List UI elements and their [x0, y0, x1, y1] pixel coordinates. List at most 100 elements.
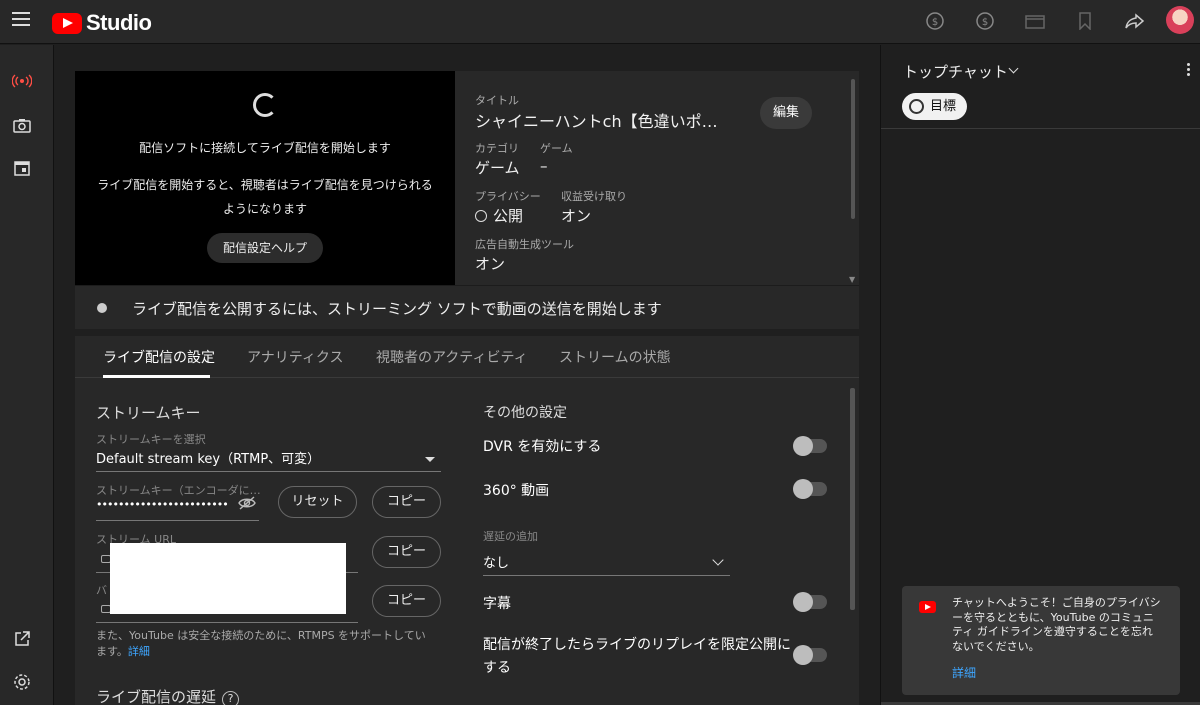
latency-heading: ライブ配信の遅延?: [96, 686, 240, 705]
other-settings-heading: その他の設定: [483, 405, 567, 421]
stream-key-field[interactable]: ••••••••••••••••••••••••: [96, 498, 229, 511]
auto-ads-value: オン: [475, 255, 506, 273]
hide-visibility-icon[interactable]: [238, 496, 256, 514]
status-dot-icon: [97, 303, 107, 313]
stream-title: シャイニーハントch【色違いポ…: [475, 112, 718, 131]
video-360-toggle[interactable]: [793, 479, 827, 499]
category-value: ゲーム: [475, 159, 520, 177]
bookmark-icon[interactable]: [1072, 8, 1098, 34]
toggle-knob: [793, 592, 813, 612]
stream-key-heading: ストリームキー: [96, 404, 201, 422]
chat-mode-dropdown[interactable]: トップチャット: [903, 61, 1008, 82]
status-text: ライブ配信を公開するには、ストリーミング ソフトで動画の送信を開始します: [132, 300, 662, 318]
redacted-area: [110, 543, 346, 614]
stream-key-label: ストリームキー（エンコーダに…: [96, 484, 261, 497]
unlisted-replay-label: 配信が終了したらライブのリプレイを限定公開にする: [483, 637, 791, 676]
copy-url-button[interactable]: コピー: [372, 536, 441, 568]
dvr-toggle[interactable]: [793, 436, 827, 456]
top-bar: Studio $ $: [0, 0, 1200, 44]
stream-status-bar: ライブ配信を公開するには、ストリーミング ソフトで動画の送信を開始します: [75, 285, 859, 329]
details-scrollbar[interactable]: [851, 79, 855, 219]
copy-backup-url-button[interactable]: コピー: [372, 585, 441, 617]
toggle-knob: [793, 436, 813, 456]
video-360-label: 360° 動画: [483, 483, 550, 499]
settings-icon[interactable]: [10, 670, 34, 694]
clapperboard-icon[interactable]: [1022, 8, 1048, 34]
rtmps-learn-more-link[interactable]: 詳細: [128, 645, 150, 658]
delay-underline: [483, 575, 730, 576]
chevron-down-icon[interactable]: [1008, 63, 1019, 74]
calendar-icon[interactable]: [10, 156, 34, 180]
svg-text:$: $: [932, 17, 938, 28]
title-label: タイトル: [475, 94, 519, 107]
backup-url-label: バ: [96, 584, 107, 597]
privacy-value: 公開: [475, 205, 523, 226]
toggle-knob: [793, 479, 813, 499]
copy-key-button[interactable]: コピー: [372, 486, 441, 518]
external-link-icon[interactable]: [10, 627, 34, 651]
svg-text:$: $: [982, 17, 988, 28]
stream-setup-help-button[interactable]: 配信設定ヘルプ: [207, 233, 323, 263]
connect-message: 配信ソフトに接続してライブ配信を開始します: [139, 141, 391, 155]
select-underline: [96, 471, 441, 472]
share-icon[interactable]: [1122, 8, 1148, 34]
left-rail: [0, 45, 54, 705]
loading-spinner-icon: [253, 93, 277, 117]
camera-icon[interactable]: [10, 113, 34, 137]
latency-heading-text: ライブ配信の遅延: [96, 688, 217, 705]
tab-stream-settings[interactable]: ライブ配信の設定: [103, 347, 215, 367]
more-options-icon[interactable]: [1187, 63, 1190, 78]
tab-viewer-activity[interactable]: 視聴者のアクティビティ: [376, 347, 528, 367]
toggle-knob: [793, 645, 813, 665]
live-icon[interactable]: [10, 69, 34, 93]
welcome-learn-more-link[interactable]: 詳細: [952, 664, 976, 681]
stream-key-select[interactable]: Default stream key（RTMP、可変）: [96, 448, 320, 467]
unlisted-replay-toggle[interactable]: [793, 645, 827, 665]
chat-panel: トップチャット 目標 チャットへようこそ！ご自身のプライバシーを守るとともに、Y…: [880, 45, 1200, 705]
stream-settings-panel: ストリームキー ストリームキーを選択 Default stream key（RT…: [75, 378, 859, 705]
rtmps-note: また、YouTube は安全な接続のために、RTMPS をサポートしています。詳…: [96, 628, 436, 660]
delay-label: 遅延の追加: [483, 530, 538, 543]
category-label: カテゴリ: [475, 142, 519, 155]
privacy-label: プライバシー: [475, 190, 541, 203]
chevron-down-icon[interactable]: [712, 554, 724, 566]
backup-underline: [96, 622, 358, 623]
goal-button-label: 目標: [930, 99, 957, 114]
hamburger-menu-icon[interactable]: [12, 12, 30, 26]
super-thanks-icon[interactable]: $: [972, 8, 998, 34]
goal-icon: [909, 99, 924, 114]
edit-button[interactable]: 編集: [760, 97, 812, 129]
goal-button[interactable]: 目標: [902, 93, 967, 120]
youtube-icon: [919, 601, 936, 613]
monetization-value: オン: [561, 207, 592, 225]
scroll-down-arrow-icon[interactable]: ▼: [849, 275, 855, 284]
privacy-text: 公開: [493, 207, 524, 225]
dropdown-caret-icon[interactable]: [425, 457, 435, 462]
welcome-text: チャットへようこそ！ご自身のプライバシーを守るとともに、YouTube のコミュ…: [952, 596, 1161, 653]
youtube-studio-logo[interactable]: Studio: [52, 10, 152, 36]
tabs: ライブ配信の設定 アナリティクス 視聴者のアクティビティ ストリームの状態: [75, 336, 859, 378]
globe-icon: [475, 210, 487, 222]
delay-select[interactable]: なし: [483, 552, 509, 571]
avatar[interactable]: [1166, 6, 1194, 34]
settings-scrollbar[interactable]: [850, 388, 855, 610]
tab-analytics[interactable]: アナリティクス: [247, 347, 343, 367]
start-message: ライブ配信を開始すると、視聴者はライブ配信を見つけられるようになります: [97, 178, 433, 216]
youtube-play-icon: [52, 12, 82, 34]
key-underline: [96, 520, 259, 521]
captions-label: 字幕: [483, 596, 511, 612]
stream-details-panel: タイトル シャイニーハントch【色違いポ… 編集 カテゴリ ゲーム ゲーム – …: [455, 71, 859, 285]
help-icon[interactable]: ?: [222, 691, 240, 705]
captions-toggle[interactable]: [793, 592, 827, 612]
stream-key-select-label: ストリームキーを選択: [96, 433, 206, 446]
reset-button[interactable]: リセット: [278, 486, 357, 518]
auto-ads-label: 広告自動生成ツール: [475, 238, 574, 251]
chat-header: トップチャット 目標: [881, 45, 1200, 129]
game-label: ゲーム: [540, 142, 573, 155]
chat-welcome-message: チャットへようこそ！ご自身のプライバシーを守るとともに、YouTube のコミュ…: [902, 586, 1180, 695]
stream-preview: 配信ソフトに接続してライブ配信を開始します ライブ配信を開始すると、視聴者はライ…: [75, 71, 455, 285]
create-supers-icon[interactable]: $: [922, 8, 948, 34]
logo-text: Studio: [86, 10, 152, 35]
tab-stream-health[interactable]: ストリームの状態: [559, 347, 671, 367]
game-value: –: [540, 157, 548, 175]
